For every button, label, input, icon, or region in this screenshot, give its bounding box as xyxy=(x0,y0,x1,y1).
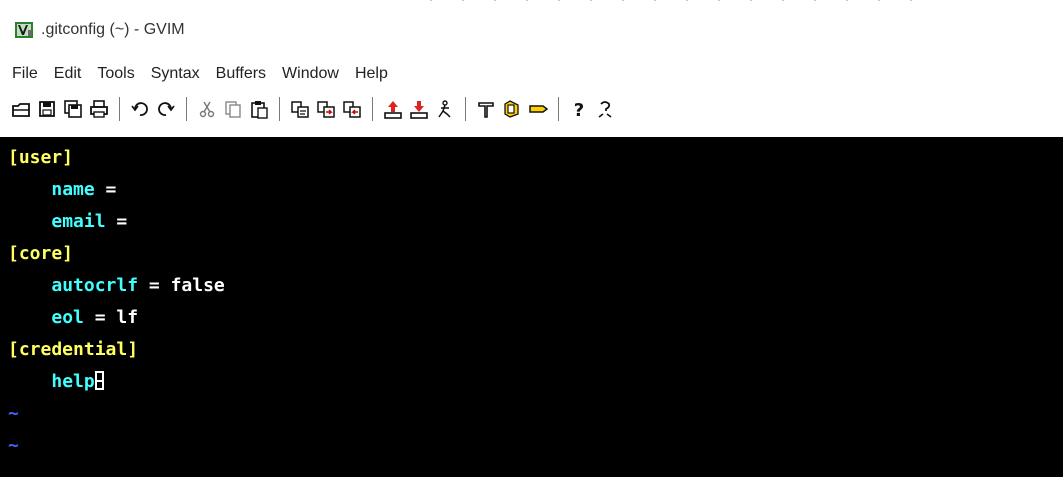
find-help-button[interactable] xyxy=(592,94,618,124)
config-value: false xyxy=(170,275,225,296)
cut-button[interactable] xyxy=(194,94,220,124)
redo-button[interactable] xyxy=(153,94,179,124)
find-next-button[interactable] xyxy=(313,94,339,124)
empty-line-marker: ~ xyxy=(8,403,19,424)
assign-operator: = xyxy=(105,211,128,232)
make-icon xyxy=(478,102,494,118)
save-session-button[interactable] xyxy=(406,94,432,124)
toolbar-separator xyxy=(558,97,559,121)
config-value: lf xyxy=(116,307,139,328)
config-key: help xyxy=(51,371,95,392)
gvim-icon xyxy=(15,22,33,38)
jump-to-tag-button[interactable] xyxy=(525,94,551,124)
find-next-icon xyxy=(317,101,335,118)
toolbar-separator xyxy=(119,97,120,121)
editor-line: help xyxy=(8,366,104,398)
load-session-button[interactable] xyxy=(380,94,406,124)
help-icon: ? xyxy=(574,100,584,120)
text-cursor xyxy=(94,371,104,390)
config-key: eol xyxy=(51,307,84,328)
print-icon xyxy=(90,100,108,118)
assign-operator: = xyxy=(138,275,171,296)
title-bar: .gitconfig (~) - GVIM xyxy=(0,16,1063,44)
menu-tools[interactable]: Tools xyxy=(97,65,134,83)
menu-buffers[interactable]: Buffers xyxy=(216,65,266,83)
section-header: [credential] xyxy=(8,339,139,360)
editor-line: [user] xyxy=(8,142,73,174)
toolbar-separator xyxy=(372,97,373,121)
replace-button[interactable] xyxy=(287,94,313,124)
paste-button[interactable] xyxy=(246,94,272,124)
toolbar-separator xyxy=(465,97,466,121)
save-button[interactable] xyxy=(34,94,60,124)
editor-line: ~ xyxy=(8,398,19,430)
menu-syntax[interactable]: Syntax xyxy=(151,65,200,83)
run-script-icon xyxy=(438,100,451,118)
find-help-icon xyxy=(598,101,612,118)
find-prev-icon xyxy=(343,101,361,118)
toolbar-separator xyxy=(279,97,280,121)
editor-line: eol = lf xyxy=(8,302,138,334)
build-tags-button[interactable] xyxy=(499,94,525,124)
copy-icon xyxy=(225,101,241,118)
menu-bar: File Edit Tools Syntax Buffers Window Help xyxy=(0,60,1063,88)
open-icon xyxy=(12,103,30,117)
load-session-icon xyxy=(384,101,402,119)
editor-line: ~ xyxy=(8,430,19,462)
find-prev-button[interactable] xyxy=(339,94,365,124)
replace-icon xyxy=(291,101,309,118)
cut-icon xyxy=(199,101,215,118)
save-icon xyxy=(39,101,55,117)
copy-button[interactable] xyxy=(220,94,246,124)
undo-button[interactable] xyxy=(127,94,153,124)
help-button[interactable]: ? xyxy=(566,94,592,124)
menu-edit[interactable]: Edit xyxy=(54,65,82,83)
menu-file[interactable]: File xyxy=(12,65,38,83)
editor-line: [credential] xyxy=(8,334,138,366)
print-button[interactable] xyxy=(86,94,112,124)
assign-operator: = xyxy=(94,179,117,200)
toolbar-separator xyxy=(186,97,187,121)
build-tags-icon xyxy=(504,100,519,118)
config-key: email xyxy=(51,211,106,232)
empty-line-marker: ~ xyxy=(8,435,19,456)
save-all-icon xyxy=(64,100,82,118)
assign-operator: = xyxy=(83,307,117,328)
open-button[interactable] xyxy=(8,94,34,124)
editor-line: email = xyxy=(8,206,127,238)
gvim-window: .gitconfig (~) - GVIM File Edit Tools Synta… xyxy=(0,0,1063,477)
editor-line: autocrlf = false xyxy=(8,270,225,302)
save-session-icon xyxy=(410,101,428,119)
section-header: [user] xyxy=(8,147,74,168)
toolbar: ? xyxy=(0,90,1063,128)
menu-help[interactable]: Help xyxy=(355,65,388,83)
window-title: .gitconfig (~) - GVIM xyxy=(41,21,185,38)
redo-icon xyxy=(158,102,175,116)
make-button[interactable] xyxy=(473,94,499,124)
editor-area[interactable]: [user] name = email = [core] autocrlf = f… xyxy=(0,137,1063,477)
save-all-button[interactable] xyxy=(60,94,86,124)
svg-text:?: ? xyxy=(574,100,584,120)
menu-window[interactable]: Window xyxy=(282,65,339,83)
window-top-edge xyxy=(0,0,1063,8)
config-key: autocrlf xyxy=(51,275,139,296)
editor-line: name = xyxy=(8,174,116,206)
config-key: name xyxy=(51,179,95,200)
run-script-button[interactable] xyxy=(432,94,458,124)
paste-icon xyxy=(251,101,268,119)
undo-icon xyxy=(131,102,148,116)
jump-to-tag-icon xyxy=(529,105,549,113)
section-header: [core] xyxy=(8,243,74,264)
editor-line: [core] xyxy=(8,238,73,270)
